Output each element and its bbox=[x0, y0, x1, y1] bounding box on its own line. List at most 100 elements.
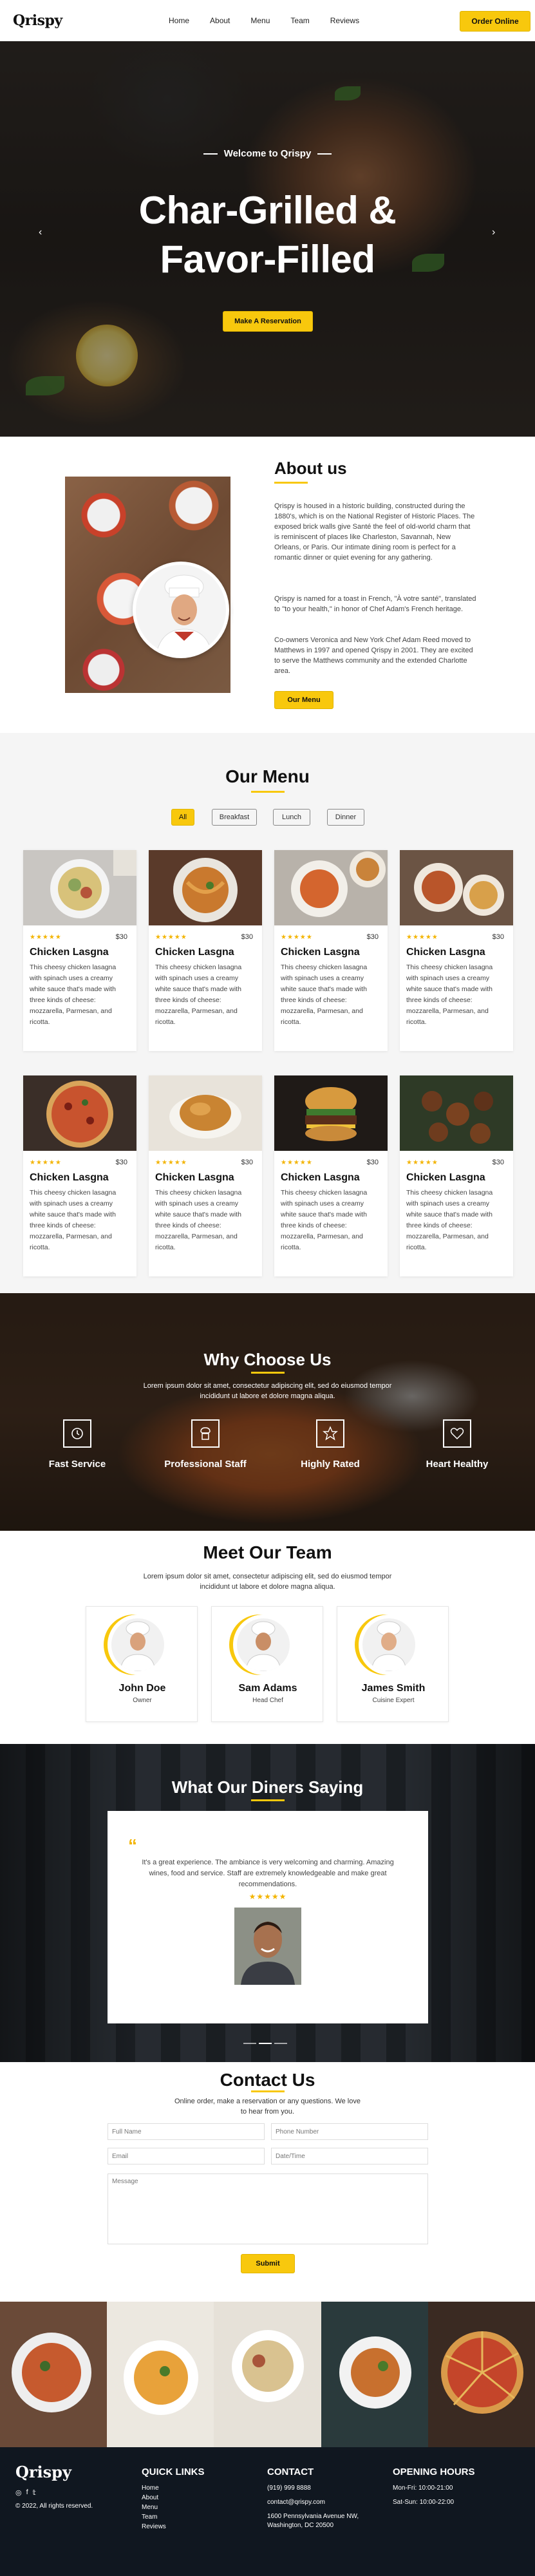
email-field[interactable]: Email bbox=[108, 2148, 265, 2164]
footer-phone[interactable]: (919) 999 8888 bbox=[267, 2485, 311, 2492]
filter-lunch[interactable]: Lunch bbox=[273, 809, 310, 826]
contact-accent-bar bbox=[251, 2090, 285, 2092]
footer-link-about[interactable]: About bbox=[142, 2494, 158, 2501]
menu-card[interactable]: ★★★★★ $30 Chicken Lasgna This cheesy chi… bbox=[400, 850, 513, 1051]
filter-all[interactable]: All bbox=[171, 809, 194, 826]
full-name-field[interactable]: Full Name bbox=[108, 2123, 265, 2140]
submit-button[interactable]: Submit bbox=[241, 2254, 295, 2273]
top-nav: Qrispy Home About Menu Team Reviews Orde… bbox=[0, 0, 535, 41]
contact-subtitle: Online order, make a reservation or any … bbox=[174, 2098, 361, 2116]
pagination-dot[interactable] bbox=[243, 2043, 256, 2044]
menu-accent-bar bbox=[251, 791, 285, 793]
review-text: It's a great experience. The ambiance is… bbox=[142, 1859, 394, 1888]
hero-banner: Welcome to Qrispy Char-Grilled & Favor-F… bbox=[0, 41, 535, 437]
rating-stars: ★★★★★ bbox=[30, 934, 62, 941]
team-member-name: Sam Adams bbox=[238, 1683, 297, 1694]
menu-card[interactable]: ★★★★★ $30 Chicken Lasgna This cheesy chi… bbox=[149, 1075, 262, 1276]
nav-link-about[interactable]: About bbox=[210, 16, 230, 25]
dish-image bbox=[400, 850, 513, 925]
datetime-field[interactable]: Date/Time bbox=[271, 2148, 428, 2164]
footer-link-reviews[interactable]: Reviews bbox=[142, 2523, 166, 2530]
menu-card[interactable]: ★★★★★ $30 Chicken Lasgna This cheesy chi… bbox=[274, 850, 388, 1051]
about-paragraph: Qrispy is housed in a historic building,… bbox=[274, 502, 475, 562]
hero-welcome: Welcome to Qrispy bbox=[0, 148, 535, 159]
dish-price: $30 bbox=[366, 1159, 379, 1166]
team-member-role: Cuisine Expert bbox=[372, 1697, 415, 1704]
dish-description: This cheesy chicken lasagna with spinach… bbox=[155, 1189, 242, 1251]
menu-card[interactable]: ★★★★★ $30 Chicken Lasgna This cheesy chi… bbox=[23, 850, 136, 1051]
about-paragraph: Qrispy is named for a toast in French, "… bbox=[274, 595, 476, 613]
hero-welcome-text: Welcome to Qrispy bbox=[223, 148, 312, 159]
chef-icon bbox=[191, 1419, 220, 1448]
feature-label: Professional Staff bbox=[164, 1459, 247, 1470]
rating-stars: ★★★★★ bbox=[30, 1159, 62, 1166]
prev-slide-icon[interactable]: ‹ bbox=[39, 227, 42, 238]
hero-title-line: Favor-Filled bbox=[160, 238, 375, 281]
dish-description: This cheesy chicken lasagna with spinach… bbox=[155, 963, 242, 1026]
menu-card[interactable]: ★★★★★ $30 Chicken Lasgna This cheesy chi… bbox=[274, 1075, 388, 1276]
why-accent-bar bbox=[251, 1372, 285, 1374]
menu-card[interactable]: ★★★★★ $30 Chicken Lasgna This cheesy chi… bbox=[23, 1075, 136, 1276]
dish-name: Chicken Lasgna bbox=[155, 947, 234, 958]
dish-price: $30 bbox=[115, 933, 127, 941]
gallery-image bbox=[0, 2302, 108, 2447]
hero-title-line: Char-Grilled & bbox=[138, 189, 397, 232]
dish-description: This cheesy chicken lasagna with spinach… bbox=[281, 963, 368, 1026]
gallery-image bbox=[214, 2302, 321, 2447]
our-menu-button[interactable]: Our Menu bbox=[274, 691, 333, 709]
menu-title: Our Menu bbox=[225, 766, 310, 786]
facebook-icon[interactable]: f bbox=[26, 2488, 28, 2497]
team-title: Meet Our Team bbox=[203, 1542, 332, 1562]
menu-card[interactable]: ★★★★★ $30 Chicken Lasgna This cheesy chi… bbox=[149, 850, 262, 1051]
footer-link-team[interactable]: Team bbox=[142, 2514, 157, 2521]
heart-icon bbox=[443, 1419, 471, 1448]
dish-name: Chicken Lasgna bbox=[281, 1172, 360, 1183]
gallery-image bbox=[107, 2302, 214, 2447]
reviews-section: What Our Diners Saying “ It's a great ex… bbox=[0, 1744, 535, 2062]
dish-description: This cheesy chicken lasagna with spinach… bbox=[406, 1189, 493, 1251]
quick-links-title: QUICK LINKS bbox=[142, 2467, 205, 2477]
review-card: “ It's a great experience. The ambiance … bbox=[108, 1811, 428, 2023]
pagination-dot[interactable] bbox=[274, 2043, 287, 2044]
brand-logo[interactable]: Qrispy bbox=[13, 12, 62, 29]
footer-link-home[interactable]: Home bbox=[142, 2485, 159, 2492]
why-choose-us-section: Why Choose Us Lorem ipsum dolor sit amet… bbox=[0, 1293, 535, 1531]
team-member-photo bbox=[233, 1615, 294, 1675]
nav-link-home[interactable]: Home bbox=[169, 16, 189, 25]
rating-stars: ★★★★★ bbox=[406, 1159, 438, 1166]
nav-link-team[interactable]: Team bbox=[290, 16, 309, 25]
message-field[interactable]: Message bbox=[108, 2174, 428, 2244]
dish-image bbox=[400, 1075, 513, 1151]
reviewer-photo bbox=[234, 1908, 301, 1985]
dish-image bbox=[274, 1075, 388, 1151]
filter-breakfast[interactable]: Breakfast bbox=[212, 809, 257, 826]
team-member-role: Head Chef bbox=[252, 1697, 283, 1704]
next-slide-icon[interactable]: › bbox=[492, 227, 495, 238]
feature-label: Highly Rated bbox=[301, 1459, 360, 1470]
contact-title: Contact Us bbox=[220, 2070, 315, 2090]
footer-logo[interactable]: Qrispy bbox=[15, 2463, 71, 2481]
instagram-icon[interactable]: ◎ bbox=[15, 2488, 22, 2497]
menu-card[interactable]: ★★★★★ $30 Chicken Lasgna This cheesy chi… bbox=[400, 1075, 513, 1276]
footer-link-menu[interactable]: Menu bbox=[142, 2504, 158, 2511]
dish-name: Chicken Lasgna bbox=[30, 947, 109, 958]
footer-address-line: 1600 Pennsylvania Avenue NW, bbox=[267, 2513, 359, 2520]
why-subtitle: Lorem ipsum dolor sit amet, consectetur … bbox=[143, 1382, 392, 1400]
rating-stars: ★★★★★ bbox=[281, 1159, 313, 1166]
dish-name: Chicken Lasgna bbox=[406, 1172, 485, 1183]
feature-label: Heart Healthy bbox=[426, 1459, 489, 1470]
twitter-icon[interactable]: 𝕥 bbox=[33, 2488, 36, 2497]
phone-field[interactable]: Phone Number bbox=[271, 2123, 428, 2140]
nav-link-menu[interactable]: Menu bbox=[250, 16, 270, 25]
team-member-role: Owner bbox=[133, 1697, 152, 1704]
hours-weekday: Mon-Fri: 10:00-21:00 bbox=[393, 2485, 453, 2492]
pagination-dot-active[interactable] bbox=[259, 2043, 272, 2044]
footer-email[interactable]: contact@qrispy.com bbox=[267, 2499, 325, 2506]
review-stars: ★★★★★ bbox=[249, 1892, 287, 1901]
review-pagination bbox=[243, 2043, 287, 2044]
social-links: ◎ f 𝕥 bbox=[15, 2488, 36, 2497]
nav-link-reviews[interactable]: Reviews bbox=[330, 16, 359, 25]
make-reservation-button[interactable]: Make A Reservation bbox=[223, 311, 313, 332]
filter-dinner[interactable]: Dinner bbox=[327, 809, 364, 826]
order-online-button[interactable]: Order Online bbox=[460, 11, 530, 32]
